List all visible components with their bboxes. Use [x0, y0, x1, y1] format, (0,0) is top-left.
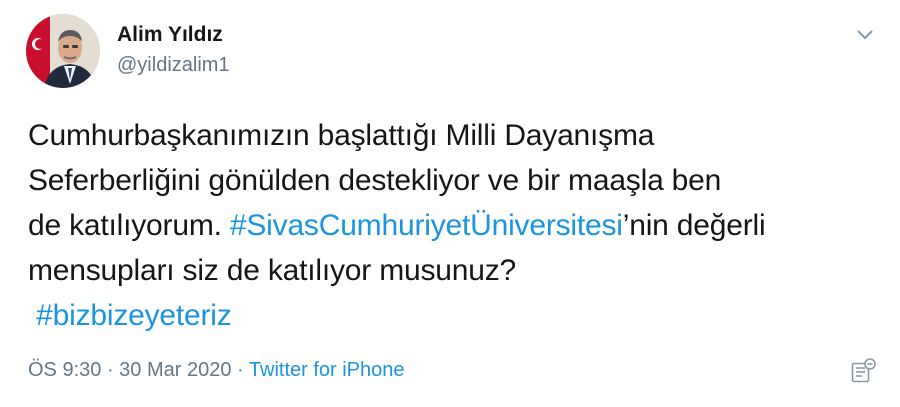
tweet-meta: ÖS 9:30 · 30 Mar 2020 · Twitter for iPho… [28, 359, 405, 382]
tweet-menu-button[interactable] [852, 24, 878, 46]
tweet-text-line: #bizbizeyeteriz [28, 293, 878, 338]
avatar-photo [26, 14, 100, 88]
tweet-analytics-icon [851, 358, 876, 383]
tweet-text-line: Seferberliğini gönülden destekliyor ve b… [28, 164, 722, 197]
author-display-name[interactable]: Alim Yıldız [117, 24, 230, 45]
tweet-text-line: mensupları siz de katılıyor musunuz? [28, 254, 517, 287]
tweet-source-link[interactable]: Twitter for iPhone [249, 359, 405, 381]
tweet-time[interactable]: ÖS 9:30 [28, 359, 101, 381]
author-block[interactable]: Alim Yıldız @yildizalim1 [117, 24, 230, 75]
author-handle[interactable]: @yildizalim1 [117, 55, 230, 75]
tweet-text-segment: de katılıyorum. [28, 209, 230, 242]
tweet-text-line: Cumhurbaşkanımızın başlattığı Milli Daya… [28, 119, 655, 152]
avatar[interactable] [26, 14, 100, 88]
meta-separator: · [231, 359, 249, 381]
meta-separator: · [101, 359, 120, 381]
hashtag-link[interactable]: #SivasCumhuriyetÜniversitesi [230, 209, 623, 242]
tweet-card: Alim Yıldız @yildizalim1 Cumhurbaşkanımı… [0, 0, 900, 407]
tweet-text-segment: ’nin değerli [622, 209, 766, 242]
tweet-analytics-button[interactable] [850, 358, 878, 384]
tweet-text-line: de katılıyorum. #SivasCumhuriyetÜniversi… [28, 203, 878, 248]
chevron-down-icon [857, 30, 873, 39]
hashtag-link[interactable]: #bizbizeyeteriz [36, 299, 232, 332]
tweet-text: Cumhurbaşkanımızın başlattığı Milli Daya… [28, 113, 878, 338]
tweet-date[interactable]: 30 Mar 2020 [119, 359, 231, 381]
